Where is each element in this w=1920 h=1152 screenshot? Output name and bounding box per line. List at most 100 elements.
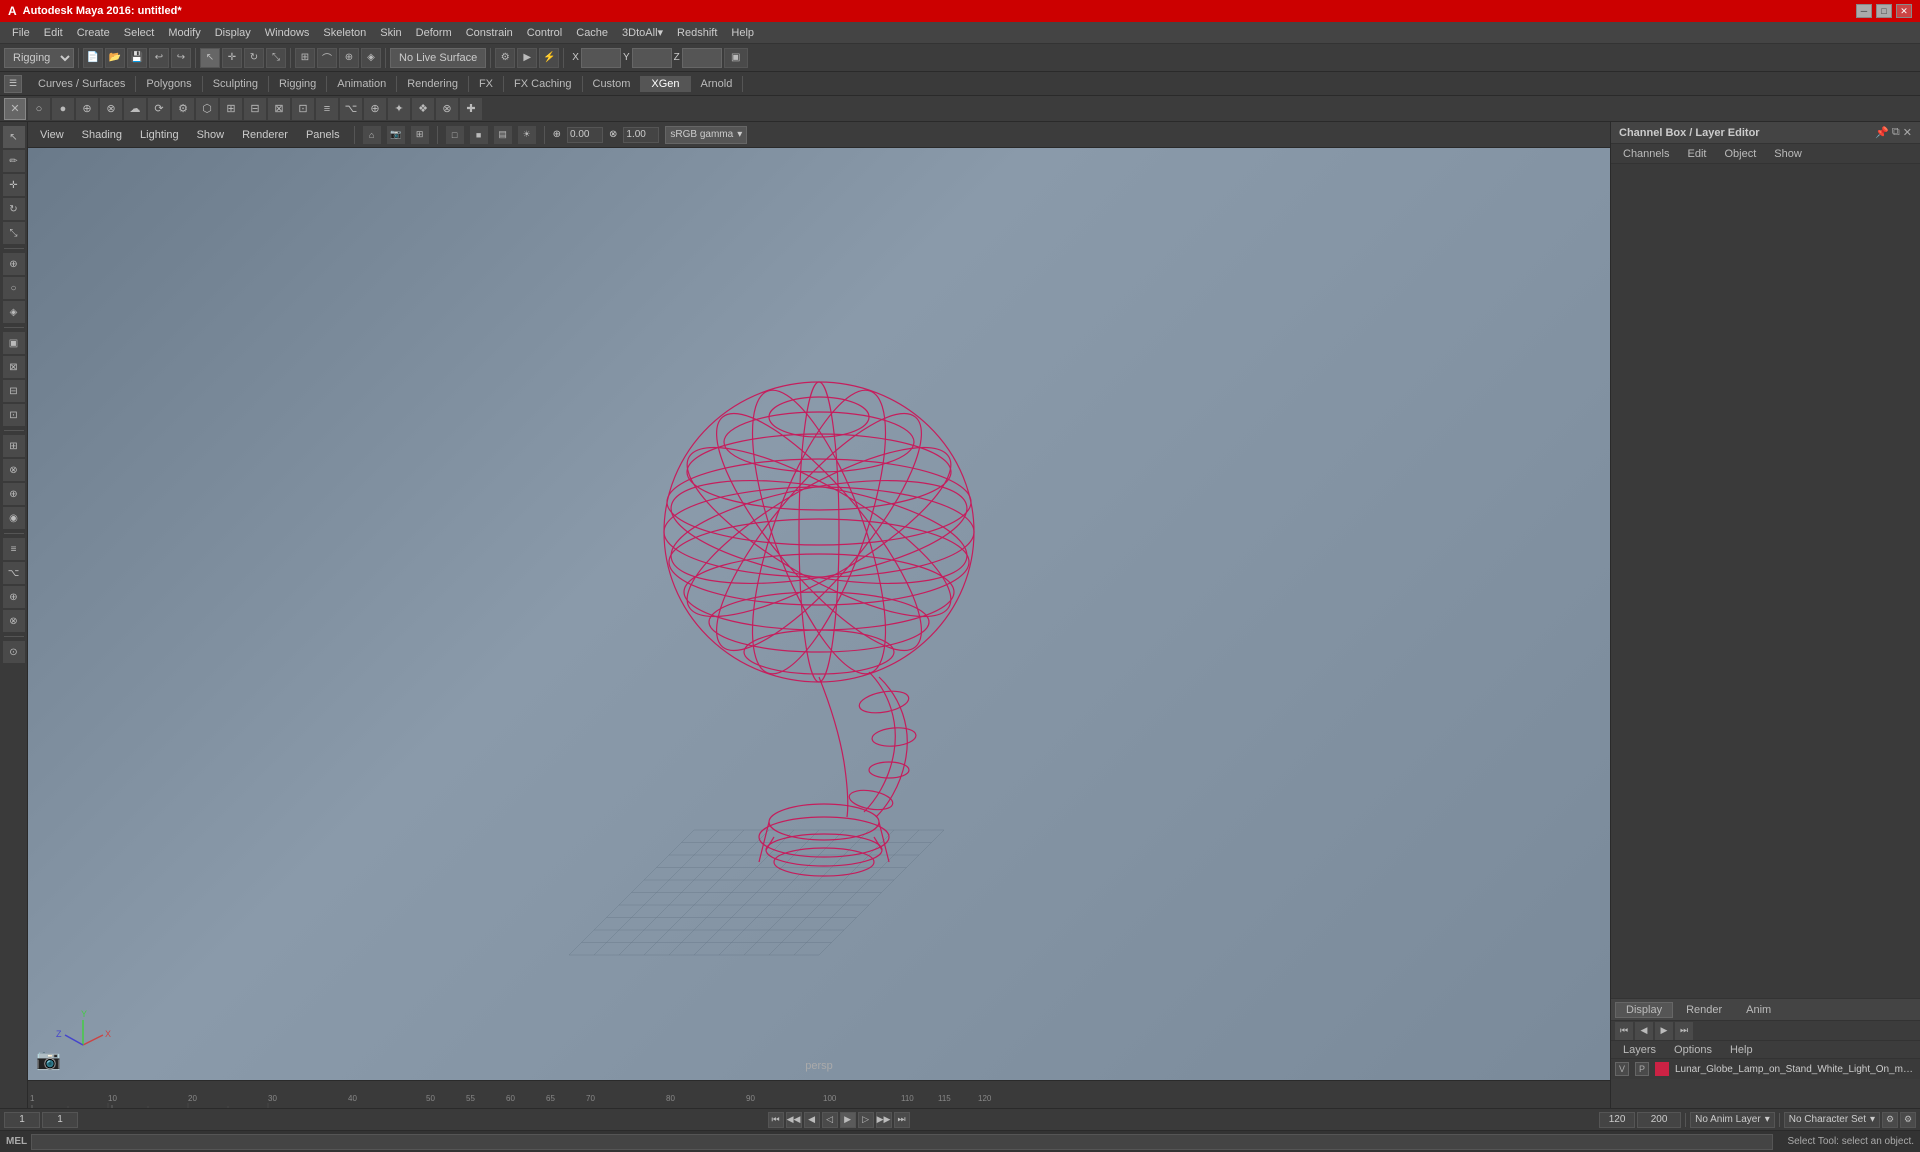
shelf-icon-12[interactable]: ⊠ [268,98,290,120]
soft-select[interactable]: ⊕ [3,253,25,275]
vp-menu-panels[interactable]: Panels [300,127,346,143]
menu-3dtoall[interactable]: 3DtoAll▾ [616,24,669,41]
tab-animation[interactable]: Animation [327,76,397,92]
lt-bottom-btn[interactable]: ⊙ [3,641,25,663]
tab-arnold[interactable]: Arnold [691,76,744,92]
new-scene-button[interactable]: 📄 [83,48,103,68]
tab-rigging[interactable]: Rigging [269,76,327,92]
save-scene-button[interactable]: 💾 [127,48,147,68]
layer-nav-prev[interactable]: ◀ [1635,1022,1653,1040]
range-max-field[interactable]: 200 [1637,1112,1681,1128]
layer-nav-first[interactable]: ⏮ [1615,1022,1633,1040]
menu-control[interactable]: Control [521,25,568,41]
vp-smooth-btn[interactable]: ■ [470,126,488,144]
quick-layout-1[interactable]: ⊞ [3,435,25,457]
render-button[interactable]: ▶ [517,48,537,68]
rotate-tool[interactable]: ↻ [3,198,25,220]
show-manip[interactable]: ▣ [3,332,25,354]
select-tool[interactable]: ↖ [3,126,25,148]
shelf-icon-14[interactable]: ≡ [316,98,338,120]
no-live-surface-button[interactable]: No Live Surface [390,48,486,68]
tab-polygons[interactable]: Polygons [136,76,202,92]
shelf-icon-16[interactable]: ⊕ [364,98,386,120]
pb-char-settings[interactable]: ⚙ [1900,1112,1916,1128]
current-frame-field[interactable]: 1 [42,1112,78,1128]
menu-deform[interactable]: Deform [410,25,458,41]
tab-rendering[interactable]: Rendering [397,76,469,92]
y-field[interactable] [632,48,672,68]
range-end-field[interactable]: 120 [1599,1112,1635,1128]
open-scene-button[interactable]: 📂 [105,48,125,68]
shelf-icon-15[interactable]: ⌥ [340,98,362,120]
paint-tool[interactable]: ✏ [3,150,25,172]
cb-pin-button[interactable]: 📌 [1875,126,1889,139]
menu-cache[interactable]: Cache [570,25,614,41]
lt-extra-4[interactable]: ⊗ [3,610,25,632]
module-icon[interactable]: ☰ [4,75,22,93]
layers-menu-help[interactable]: Help [1722,1043,1761,1057]
pb-next-key[interactable]: ▶▶ [876,1112,892,1128]
close-button[interactable]: ✕ [1896,4,1912,18]
paint-select[interactable]: ◈ [3,301,25,323]
lasso-select[interactable]: ○ [3,277,25,299]
mode-dropdown[interactable]: Rigging [4,48,74,68]
layer-nav-next[interactable]: ▶ [1655,1022,1673,1040]
layer-visibility-v[interactable]: V [1615,1062,1629,1076]
menu-help[interactable]: Help [725,25,760,41]
tab-sculpting[interactable]: Sculpting [203,76,269,92]
menu-redshift[interactable]: Redshift [671,25,723,41]
layers-menu-layers[interactable]: Layers [1615,1043,1664,1057]
snap-curve-button[interactable]: ⌒ [317,48,337,68]
menu-select[interactable]: Select [118,25,161,41]
lt-extra-3[interactable]: ⊕ [3,586,25,608]
move-tool[interactable]: ✛ [3,174,25,196]
layers-menu-options[interactable]: Options [1666,1043,1720,1057]
cb-float-button[interactable]: ⧉ [1892,126,1900,139]
anim-layer-dropdown[interactable]: No Anim Layer ▾ [1690,1112,1775,1128]
tab-fx-caching[interactable]: FX Caching [504,76,582,92]
lt-extra-1[interactable]: ≡ [3,538,25,560]
menu-display[interactable]: Display [209,25,257,41]
shelf-icon-13[interactable]: ⊡ [292,98,314,120]
timeline[interactable]: 1 10 20 30 40 50 55 60 65 70 80 90 [28,1080,1610,1108]
shelf-icon-11[interactable]: ⊟ [244,98,266,120]
scale-tool[interactable]: ⤡ [3,222,25,244]
vp-wireframe-btn[interactable]: □ [446,126,464,144]
layer-visibility-p[interactable]: P [1635,1062,1649,1076]
range-start-field[interactable]: 1 [4,1112,40,1128]
menu-skeleton[interactable]: Skeleton [317,25,372,41]
shelf-icon-2[interactable]: ○ [28,98,50,120]
layer-tab-render[interactable]: Render [1675,1002,1733,1018]
vp-menu-show[interactable]: Show [191,127,231,143]
vp-menu-lighting[interactable]: Lighting [134,127,185,143]
shelf-icon-1[interactable]: ✕ [4,98,26,120]
move-tool-button[interactable]: ✛ [222,48,242,68]
pb-next-frame[interactable]: ▷ [858,1112,874,1128]
cb-tab-edit[interactable]: Edit [1679,147,1714,161]
shelf-icon-20[interactable]: ✚ [460,98,482,120]
menu-modify[interactable]: Modify [162,25,206,41]
tab-fx[interactable]: FX [469,76,504,92]
shelf-icon-7[interactable]: ⟳ [148,98,170,120]
z-field[interactable] [682,48,722,68]
layer-tab-anim[interactable]: Anim [1735,1002,1782,1018]
shelf-icon-6[interactable]: ☁ [124,98,146,120]
display-layer[interactable]: ⊠ [3,356,25,378]
cb-tab-object[interactable]: Object [1716,147,1764,161]
shelf-icon-18[interactable]: ❖ [412,98,434,120]
viewport-canvas[interactable]: X Y Z 📷 persp [28,148,1610,1080]
pb-play-back[interactable]: ◁ [822,1112,838,1128]
quick-layout-4[interactable]: ◉ [3,507,25,529]
render-settings-button[interactable]: ⚙ [495,48,515,68]
layer-tab-display[interactable]: Display [1615,1002,1673,1018]
mel-input[interactable] [31,1134,1773,1150]
tab-custom[interactable]: Custom [583,76,642,92]
char-set-dropdown[interactable]: No Character Set ▾ [1784,1112,1880,1128]
pb-settings[interactable]: ⚙ [1882,1112,1898,1128]
tab-xgen[interactable]: XGen [641,76,690,92]
shelf-icon-19[interactable]: ⊗ [436,98,458,120]
lt-extra-2[interactable]: ⌥ [3,562,25,584]
render-layer[interactable]: ⊟ [3,380,25,402]
xyz-button[interactable]: ▣ [724,48,748,68]
pb-play-forward[interactable]: ▶ [840,1112,856,1128]
